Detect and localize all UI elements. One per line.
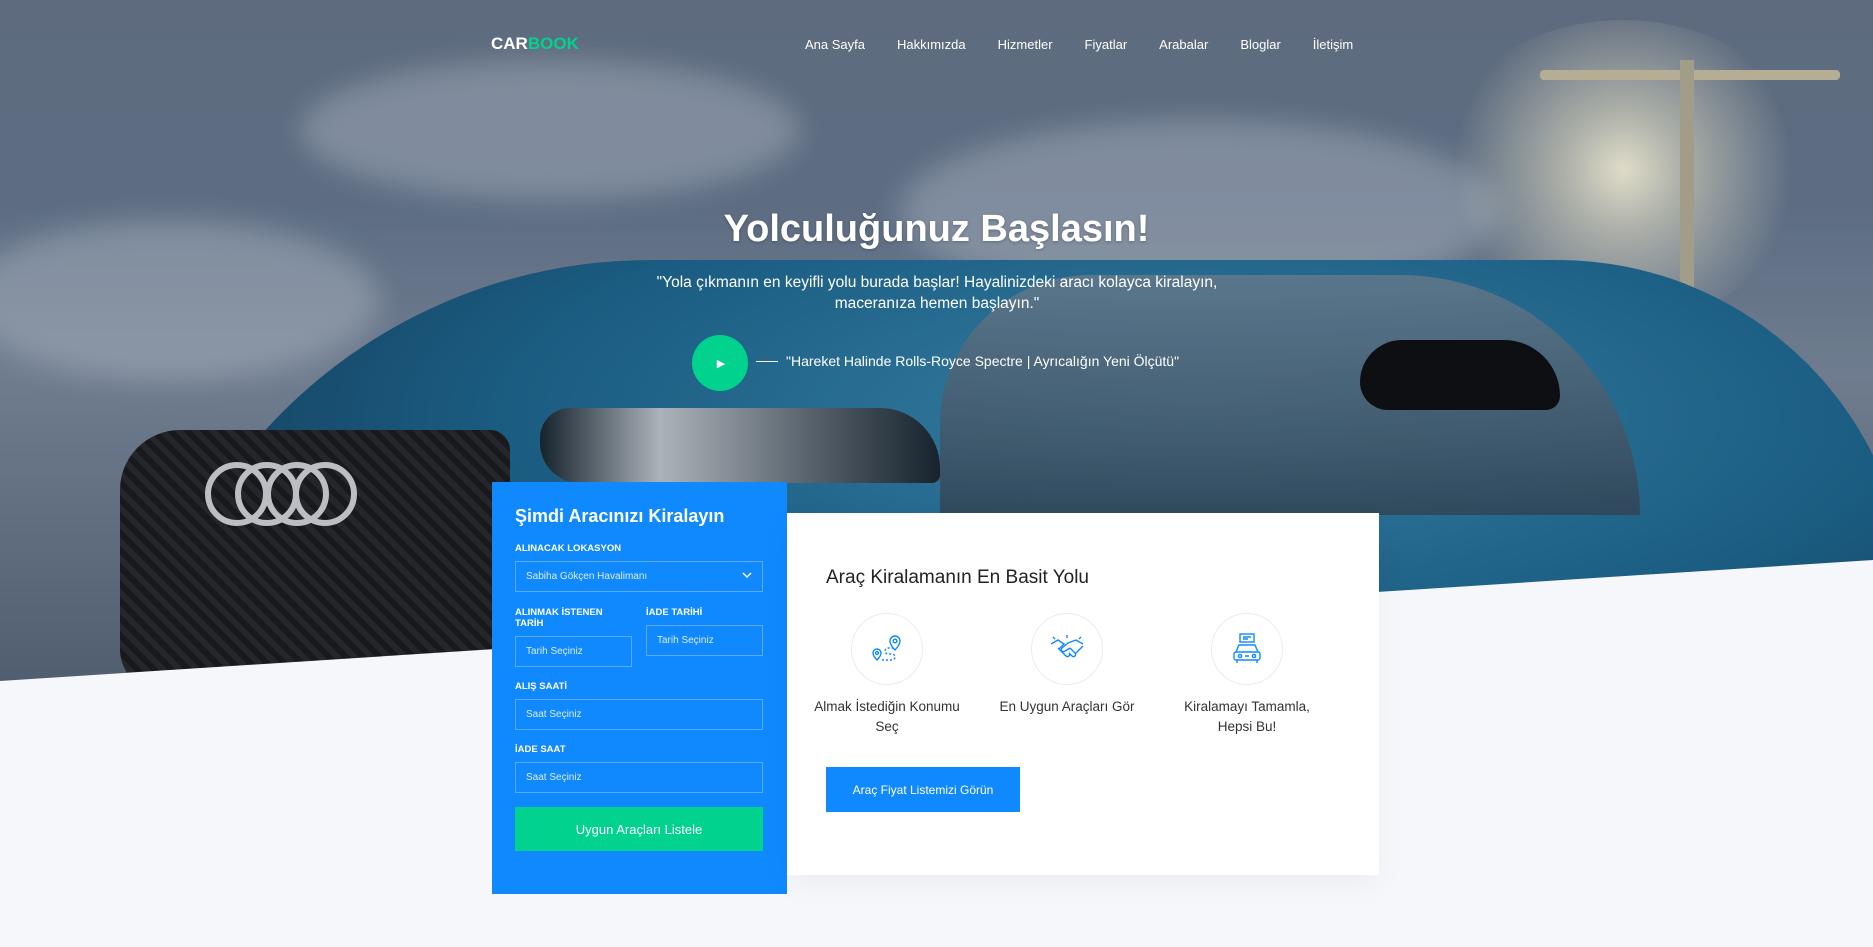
service-item: En Uygun Araçları Gör [987,613,1147,717]
service-label: Kiralamayı Tamamla, Hepsi Bu! [1184,699,1310,734]
booking-title: Şimdi Aracınızı Kiralayın [515,506,725,526]
play-icon: ▶ [716,356,726,370]
hero-subtitle: "Yola çıkmanın en keyifli yolu burada ba… [656,274,1218,312]
hero-title: Yolculuğunuz Başlasın! [723,208,1150,250]
list-cars-button[interactable]: Uygun Araçları Listele [515,807,763,851]
nav-item-cars[interactable]: Arabalar [1159,37,1208,52]
return-time-input[interactable]: Saat Seçiniz [515,762,763,793]
video-divider-line [756,361,778,362]
service-label: En Uygun Araçları Gör [999,699,1135,714]
chevron-down-icon [742,571,752,582]
pickup-time-label: ALIŞ SAATİ [515,681,568,692]
service-item: Kiralamayı Tamamla, Hepsi Bu! [1167,613,1327,737]
service-item: Almak İstediğin Konumu Seç [807,613,967,737]
location-select[interactable]: Sabiha Gökçen Havalimanı [515,561,763,592]
nav-item-contact[interactable]: İletişim [1313,37,1353,52]
return-date-label: İADE TARİHİ [646,607,703,618]
location-label: ALINACAK LOKASYON [515,543,622,554]
video-caption: "Hareket Halinde Rolls-Royce Spectre | A… [786,353,1180,369]
nav-item-pricing[interactable]: Fiyatlar [1085,37,1128,52]
brand-logo[interactable]: CARBOOK [491,34,579,54]
booking-form: Şimdi Aracınızı Kiralayın ALINACAK LOKAS… [492,482,787,894]
nav-item-home[interactable]: Ana Sayfa [805,37,865,52]
nav-item-about[interactable]: Hakkımızda [897,37,966,52]
return-date-input[interactable]: Tarih Seçiniz [646,625,763,656]
nav-item-services[interactable]: Hizmetler [998,37,1053,52]
services-title: Araç Kiralamanın En Basit Yolu [826,567,1089,588]
price-list-button[interactable]: Araç Fiyat Listemizi Görün [826,767,1020,812]
return-time-label: İADE SAAT [515,744,566,755]
nav-item-blog[interactable]: Bloglar [1240,37,1280,52]
main-nav: Ana Sayfa Hakkımızda Hizmetler Fiyatlar … [805,37,1353,52]
services-panel: Araç Kiralamanın En Basit Yolu Almak İst… [787,513,1379,875]
service-label: Almak İstediğin Konumu Seç [814,699,960,734]
play-video-button[interactable]: ▶ [692,335,748,391]
pickup-time-input[interactable]: Saat Seçiniz [515,699,763,730]
location-route-icon [851,613,923,685]
handshake-icon [1031,613,1103,685]
pickup-date-input[interactable]: Tarih Seçiniz [515,636,632,667]
car-booking-icon [1211,613,1283,685]
pickup-date-label: ALINMAK İSTENEN TARİH [515,607,603,629]
location-value: Sabiha Gökçen Havalimanı [526,571,648,582]
